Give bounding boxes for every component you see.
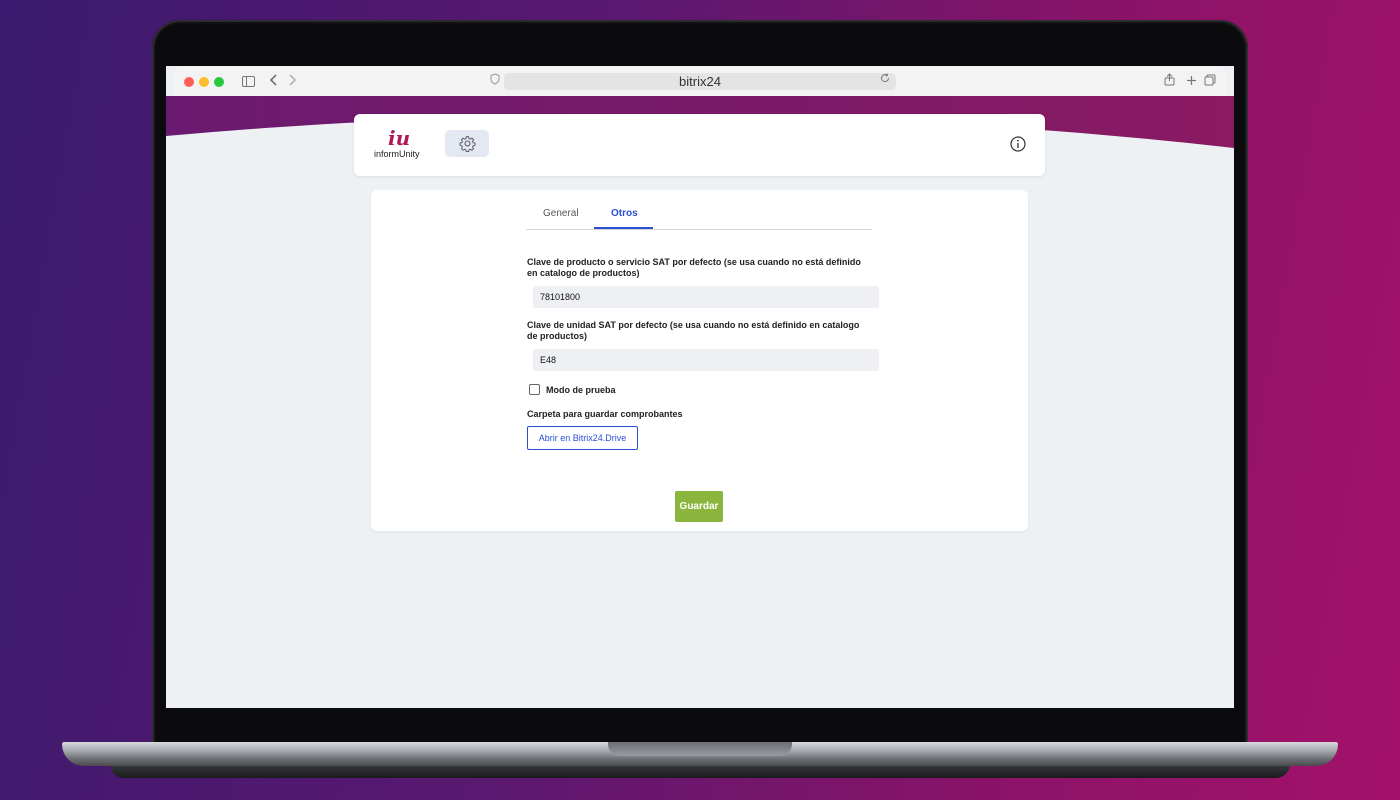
tab-bar: General Otros xyxy=(526,202,872,230)
back-icon[interactable] xyxy=(269,72,278,90)
product-key-label: Clave de producto o servicio SAT por def… xyxy=(527,257,861,278)
logo-text: informUnity xyxy=(374,149,420,159)
forward-icon[interactable] xyxy=(288,72,297,90)
new-tab-icon[interactable] xyxy=(1186,72,1197,90)
test-mode-label: Modo de prueba xyxy=(546,385,616,395)
logo-mark: iu xyxy=(388,126,411,150)
unit-key-input[interactable] xyxy=(533,349,879,371)
share-icon[interactable] xyxy=(1164,72,1175,90)
page-content: iu informUnity General Otros Clave de pr… xyxy=(166,96,1234,708)
maximize-window-button[interactable] xyxy=(214,77,224,87)
reload-icon[interactable] xyxy=(880,73,890,86)
url-text: bitrix24 xyxy=(679,74,721,89)
browser-toolbar: bitrix24 xyxy=(174,66,1226,97)
address-bar[interactable]: bitrix24 xyxy=(504,73,896,90)
active-tab-indicator xyxy=(594,227,653,229)
laptop-notch xyxy=(608,742,792,756)
tab-general[interactable]: General xyxy=(543,208,579,219)
laptop-base-shadow xyxy=(110,764,1290,778)
gear-icon xyxy=(459,136,476,152)
close-window-button[interactable] xyxy=(184,77,194,87)
product-key-input[interactable] xyxy=(533,286,879,308)
tabs-overview-icon[interactable] xyxy=(1204,72,1216,90)
folder-label: Carpeta para guardar comprobantes xyxy=(527,409,683,419)
open-drive-button[interactable]: Abrir en Bitrix24.Drive xyxy=(527,426,638,450)
tab-otros[interactable]: Otros xyxy=(611,208,638,219)
settings-card: General Otros Clave de producto o servic… xyxy=(371,190,1028,531)
info-icon[interactable] xyxy=(1010,136,1026,157)
app-header: iu informUnity xyxy=(354,114,1045,176)
save-button[interactable]: Guardar xyxy=(675,491,723,522)
shield-icon xyxy=(490,73,500,88)
unit-key-label: Clave de unidad SAT por defecto (se usa … xyxy=(527,320,860,341)
screen: bitrix24 iu informUnity General Otros Cl… xyxy=(166,66,1234,708)
minimize-window-button[interactable] xyxy=(199,77,209,87)
settings-button[interactable] xyxy=(445,130,489,157)
sidebar-icon[interactable] xyxy=(242,73,255,91)
test-mode-checkbox[interactable] xyxy=(529,384,540,395)
